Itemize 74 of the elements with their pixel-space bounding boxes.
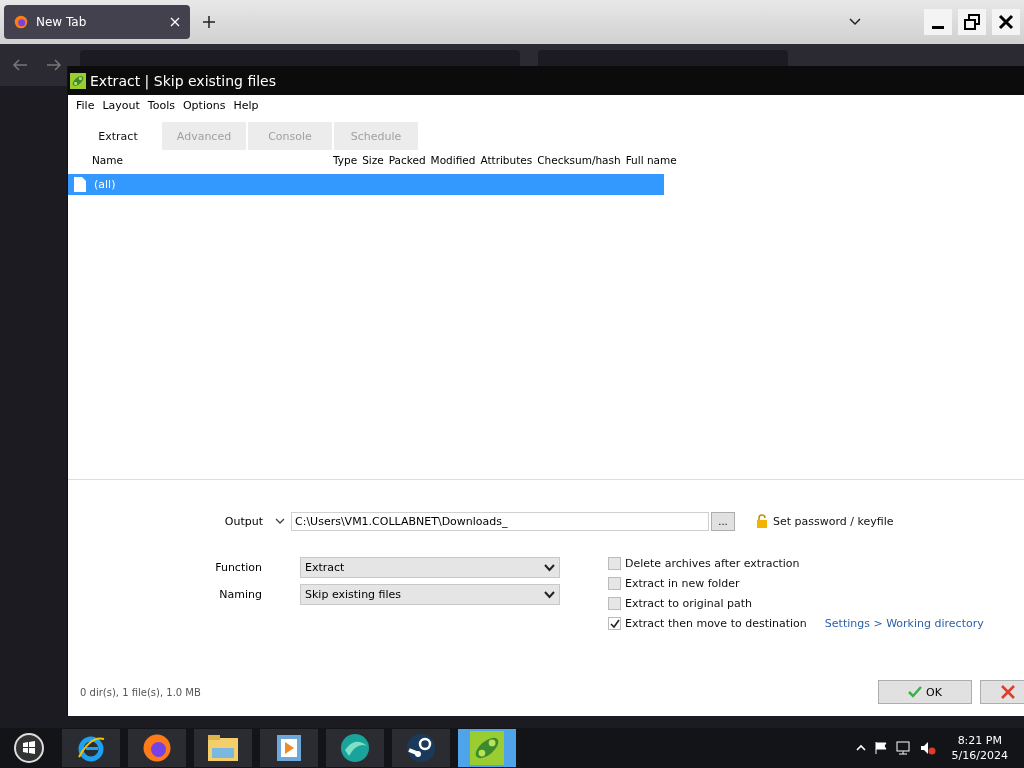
field-label: Naming xyxy=(218,588,262,601)
menu-item[interactable]: Tools xyxy=(143,97,179,114)
menu-item[interactable]: Options xyxy=(178,97,230,114)
column-header[interactable]: Size xyxy=(362,154,384,170)
column-header[interactable]: Name xyxy=(92,154,328,170)
minimize-button[interactable] xyxy=(924,9,952,35)
password-link[interactable]: Set password / keyfile xyxy=(773,514,894,528)
menu-item[interactable]: File xyxy=(72,97,99,114)
globe-icon xyxy=(339,732,371,764)
chevron-down-icon[interactable] xyxy=(848,17,862,27)
padlock-icon xyxy=(755,514,769,528)
cancel-button[interactable] xyxy=(980,680,1024,704)
checkbox-label: Extract to original path xyxy=(625,597,753,610)
checkbox[interactable] xyxy=(608,577,621,590)
forward-icon[interactable] xyxy=(46,58,62,72)
flag-icon[interactable] xyxy=(873,741,888,755)
start-button[interactable] xyxy=(13,732,45,764)
output-label: Output xyxy=(223,514,263,528)
dropdown[interactable]: Skip existing files xyxy=(300,584,560,605)
steam-icon xyxy=(405,732,437,764)
restore-icon xyxy=(964,14,980,30)
taskbar-app[interactable] xyxy=(392,729,450,767)
column-header[interactable]: Attributes xyxy=(480,154,533,170)
settings-link[interactable]: Settings > Working directory xyxy=(824,617,984,630)
browser-tab[interactable]: New Tab xyxy=(4,5,190,39)
menu-item[interactable]: Layout xyxy=(98,97,144,114)
checkbox-label: Extract in new folder xyxy=(625,577,740,590)
media-player-icon xyxy=(276,734,302,762)
folder-icon xyxy=(207,734,239,762)
taskbar-app[interactable] xyxy=(194,729,252,767)
peazip-icon xyxy=(70,72,86,89)
dropdown[interactable]: Extract xyxy=(300,557,560,578)
firefox-icon xyxy=(142,733,172,763)
taskbar-app[interactable] xyxy=(326,729,384,767)
field-label: Function xyxy=(214,561,262,574)
firefox-icon xyxy=(14,15,28,29)
checkbox[interactable] xyxy=(608,557,621,570)
window-title: Extract | Skip existing files xyxy=(90,72,277,89)
minimize-icon xyxy=(932,25,944,29)
taskbar-app[interactable] xyxy=(260,729,318,767)
checkbox[interactable] xyxy=(608,617,621,630)
taskbar-app[interactable] xyxy=(62,729,120,767)
checkmark-icon xyxy=(609,618,620,629)
close-icon xyxy=(1001,685,1015,699)
new-tab-icon[interactable] xyxy=(202,15,216,29)
network-icon[interactable] xyxy=(895,741,912,755)
chevron-down-icon xyxy=(544,563,555,572)
checkbox[interactable] xyxy=(608,597,621,610)
ok-button[interactable]: OK xyxy=(878,680,972,704)
close-icon xyxy=(998,14,1014,30)
checkbox-label: Delete archives after extraction xyxy=(625,557,800,570)
chevron-down-icon[interactable] xyxy=(275,517,285,525)
chevron-down-icon xyxy=(544,590,555,599)
clock-date: 5/16/2024 xyxy=(951,748,1008,763)
clock-time: 8:21 PM xyxy=(957,733,1002,748)
close-button[interactable] xyxy=(992,9,1020,35)
column-header[interactable]: Full name xyxy=(625,154,677,170)
back-icon[interactable] xyxy=(12,58,28,72)
file-icon xyxy=(74,177,86,192)
peazip-icon xyxy=(470,731,504,765)
column-header[interactable]: Type xyxy=(333,154,358,170)
column-header[interactable]: Packed xyxy=(388,154,426,170)
checkmark-icon xyxy=(908,686,923,698)
close-icon[interactable] xyxy=(170,17,180,27)
chevron-up-icon[interactable] xyxy=(855,744,866,752)
output-path-field[interactable]: C:\Users\VM1.COLLABNET\Downloads_ xyxy=(291,511,709,531)
restore-button[interactable] xyxy=(958,9,986,35)
browse-button[interactable]: ... xyxy=(711,511,735,531)
checkbox-label: Extract then move to destination xyxy=(625,617,807,630)
speaker-muted-icon[interactable] xyxy=(919,741,936,755)
column-header[interactable]: Modified xyxy=(430,154,476,170)
column-header[interactable]: Checksum/hash xyxy=(537,154,621,170)
status-text: 0 dir(s), 1 file(s), 1.0 MB xyxy=(80,686,202,698)
menu-item[interactable]: Help xyxy=(229,97,263,114)
